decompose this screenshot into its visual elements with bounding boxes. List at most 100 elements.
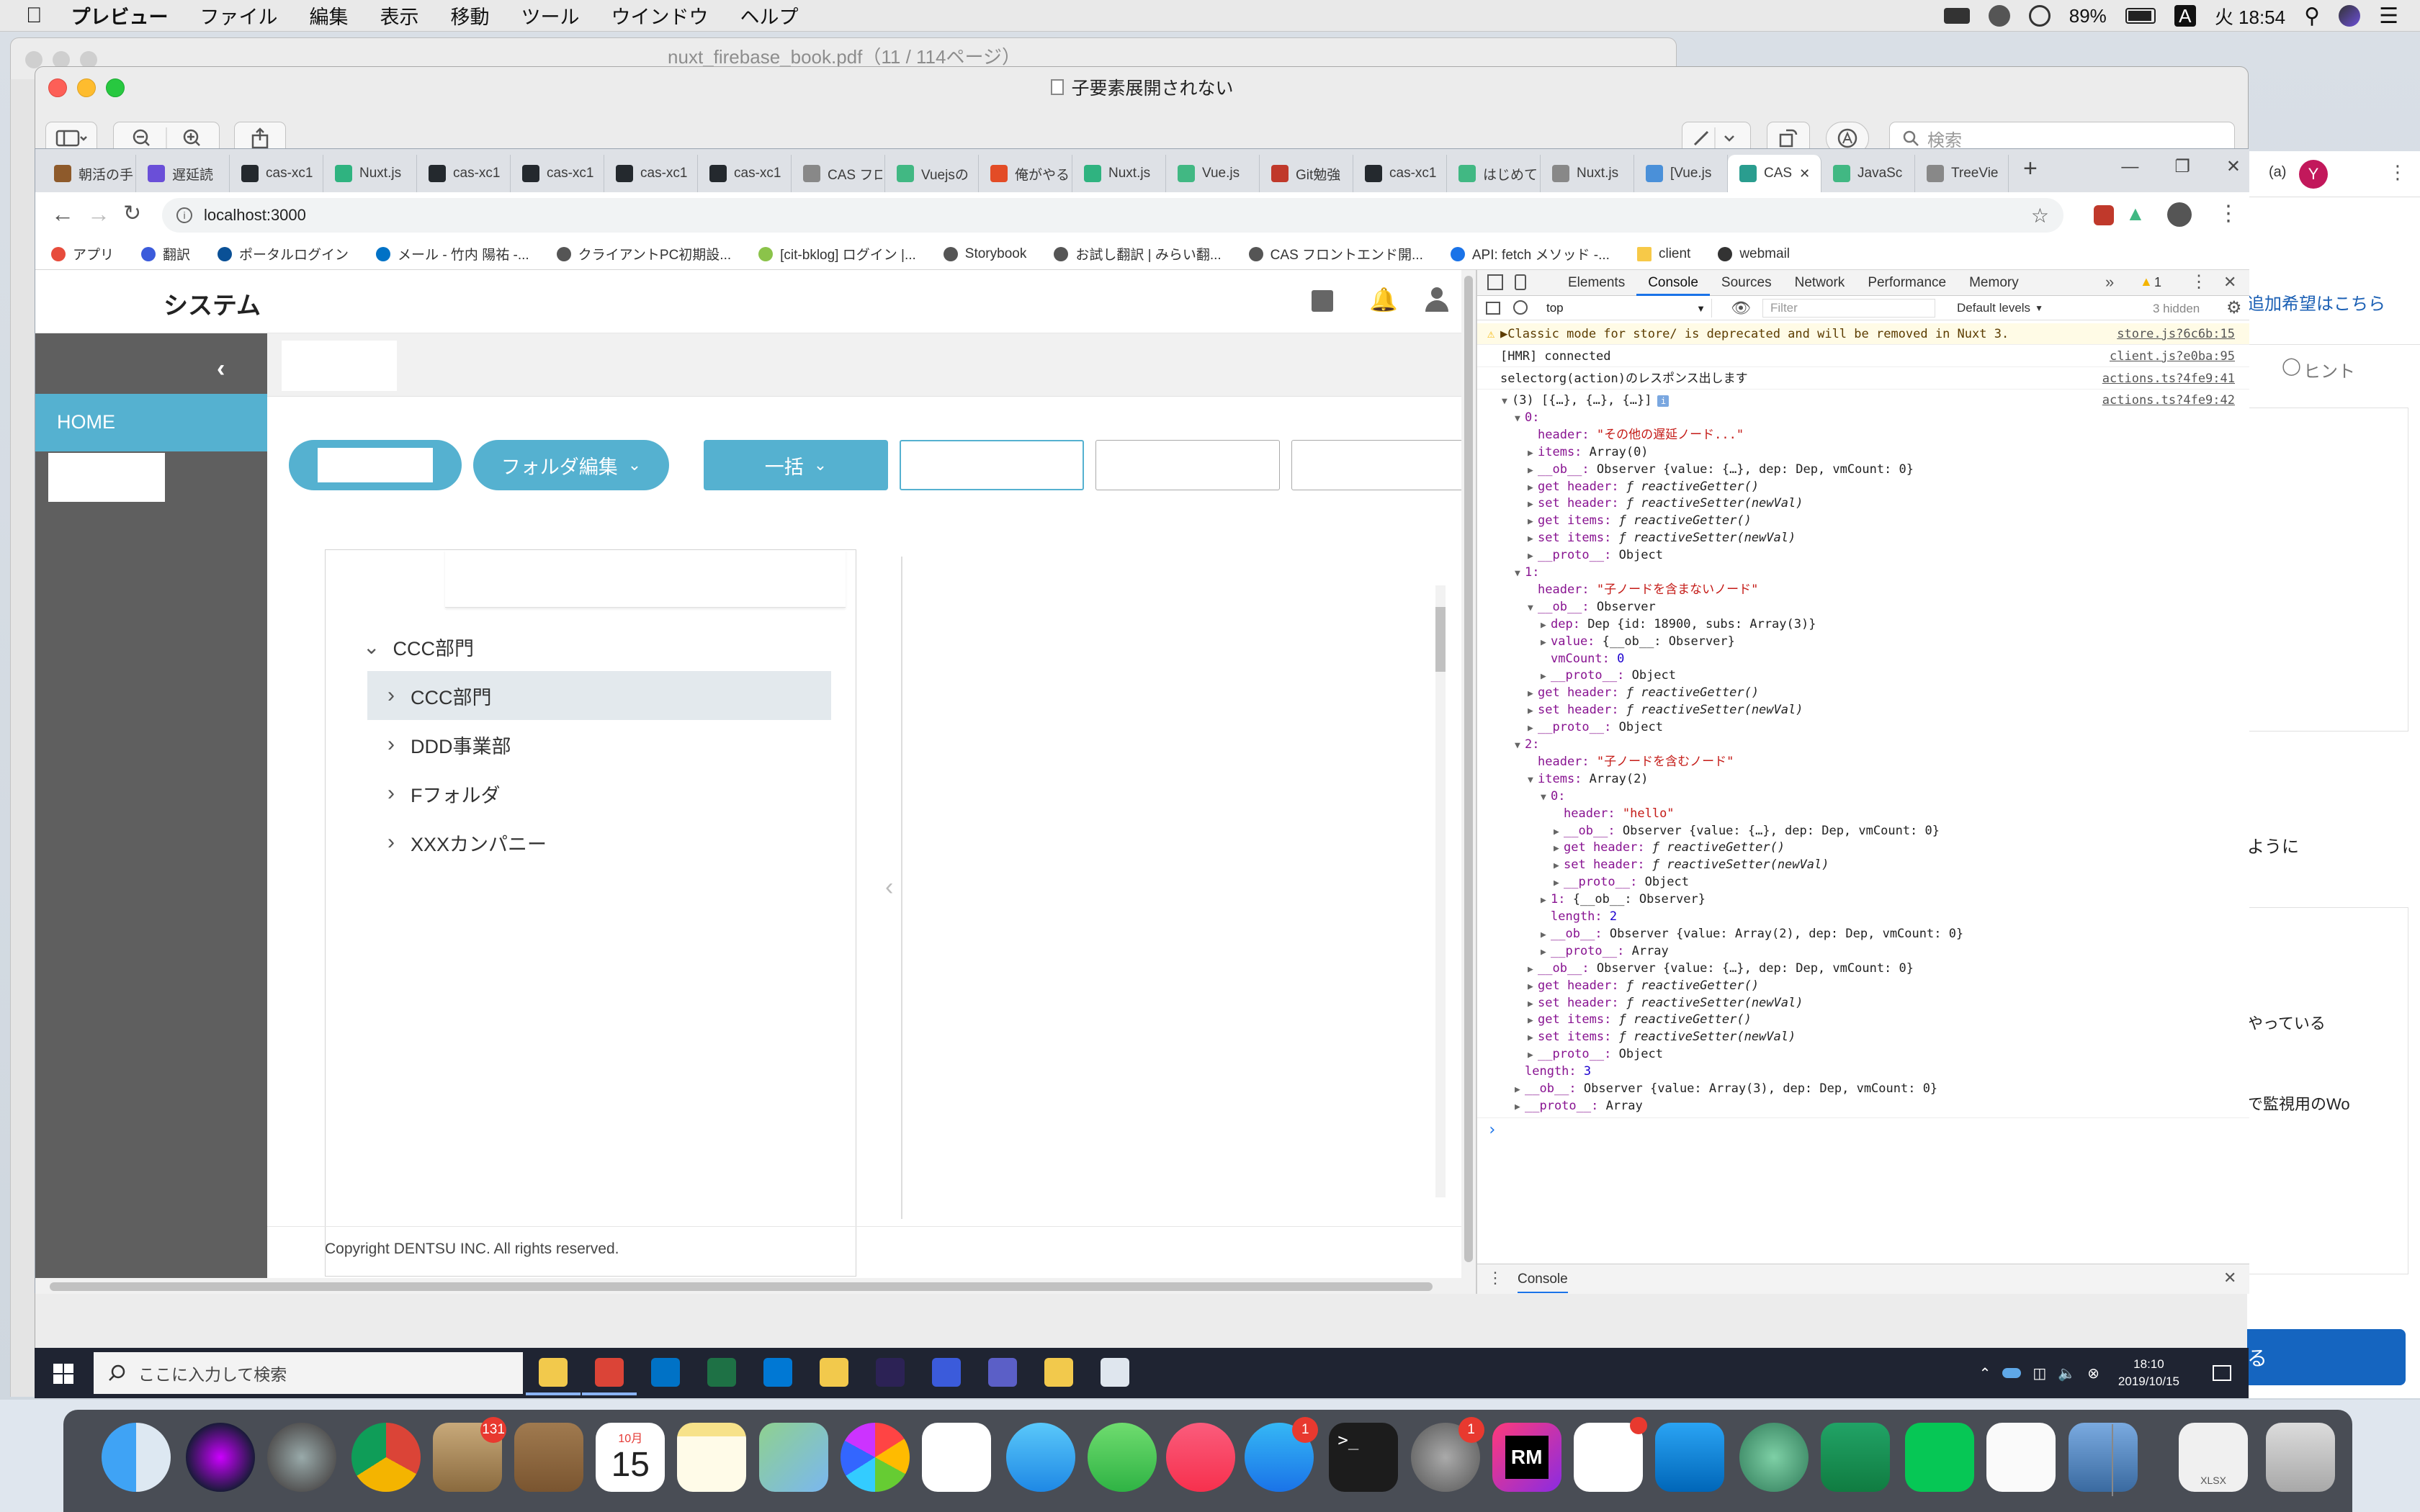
browser-tab[interactable]: CAS フロ (792, 155, 885, 192)
teams-icon[interactable] (988, 1358, 1017, 1387)
tray-chevron-icon[interactable]: ⌃ (1979, 1364, 1991, 1382)
browser-tab[interactable]: Nuxt.js (1072, 155, 1166, 192)
browser-tab[interactable]: Vue.js (1166, 155, 1260, 192)
bell-icon[interactable]: 🔔 (1369, 286, 1398, 313)
menu-window[interactable]: ウインドウ (611, 1, 709, 30)
bookmark-item[interactable]: Storybook (943, 246, 1026, 262)
console-tree-node[interactable]: ▶ get header: ƒ reactiveGetter() (1554, 839, 1785, 856)
show-sidebar-icon[interactable] (1486, 302, 1500, 315)
log-levels-dropdown[interactable]: Default levels ▼ (1957, 299, 2043, 318)
bulk-button[interactable]: 一括 ⌄ (704, 440, 888, 490)
console-tree-node[interactable]: ▼ 0: (1541, 788, 1565, 805)
atom-icon[interactable] (1739, 1423, 1809, 1492)
chrome-icon[interactable] (582, 1358, 637, 1395)
devtools-tab-elements[interactable]: Elements (1556, 270, 1636, 296)
console-tree-node[interactable]: ▼ items: Array(2) (1528, 770, 1649, 788)
line-icon[interactable] (1905, 1423, 1975, 1492)
notes-icon[interactable] (677, 1423, 747, 1492)
console-source-link[interactable]: store.js?6c6b:15 (2117, 323, 2235, 345)
forward-icon[interactable]: → (87, 201, 110, 228)
console-tree-node[interactable]: ▶ get items: ƒ reactiveGetter() (1528, 512, 1752, 529)
more-tabs-icon[interactable]: » (2105, 273, 2114, 292)
warning-count[interactable]: 1 (2154, 275, 2161, 290)
doc-line-1[interactable]: 追加希望はこちら (2247, 289, 2385, 315)
console-tree-node[interactable]: ▶ __proto__: Object (1528, 719, 1663, 736)
action-button-blank[interactable] (289, 440, 462, 490)
music-icon[interactable] (1166, 1423, 1236, 1492)
tree-search-input[interactable] (445, 550, 846, 608)
clear-console-icon[interactable] (1513, 300, 1528, 315)
nav-item-blank[interactable] (48, 453, 165, 502)
devtools-tab-console[interactable]: Console (1636, 270, 1710, 296)
app-store-icon[interactable]: 1 (1245, 1417, 1319, 1492)
finder-icon[interactable] (101, 1423, 171, 1492)
tree-node[interactable]: › Fフォルダ (367, 769, 501, 818)
mail-icon[interactable]: 131 (433, 1417, 507, 1492)
filter-input-1[interactable] (900, 440, 1084, 490)
warning-icon[interactable]: ▲ (2140, 274, 2153, 289)
devtools-tab-network[interactable]: Network (1783, 270, 1857, 296)
menu-view[interactable]: 表示 (380, 1, 419, 30)
network-icon[interactable]: ◫ (2033, 1364, 2046, 1382)
menu-icon[interactable]: ⋮ (2218, 201, 2239, 226)
line-status-icon[interactable] (1988, 5, 2010, 27)
minimize-icon[interactable]: — (2121, 157, 2138, 177)
bookmark-item[interactable]: クライアントPC初期設... (556, 244, 731, 264)
tree-node-root[interactable]: ⌄ CCC部門 (363, 622, 474, 671)
drawer-menu-icon[interactable]: ⋮ (1487, 1269, 1503, 1287)
info-icon[interactable]: i (176, 207, 192, 223)
console-tree-node[interactable]: ▶ __ob__: Observer {value: {…}, dep: Dep,… (1554, 822, 1940, 840)
preview-icon[interactable] (2068, 1423, 2138, 1492)
close-drawer-icon[interactable]: ✕ (2223, 1269, 2236, 1287)
tool-icon[interactable] (820, 1358, 848, 1387)
facetime-icon[interactable] (1088, 1423, 1157, 1492)
folder-edit-button[interactable]: フォルダ編集 ⌄ (473, 440, 669, 490)
console-tree-node[interactable]: ▶ set header: ƒ reactiveSetter(newVal) (1528, 495, 1803, 512)
browser-tab[interactable]: cas-xc1 (417, 155, 511, 192)
bookmark-item[interactable]: webmail (1718, 246, 1790, 262)
siri-icon[interactable] (185, 1423, 255, 1492)
browser-tab[interactable]: JavaSc (1821, 155, 1915, 192)
browser-tab[interactable]: Nuxt.js (323, 155, 417, 192)
console-tree-node[interactable]: ▶ set items: ƒ reactiveSetter(newVal) (1528, 1028, 1796, 1045)
console-tree-node[interactable]: ▶ __ob__: Observer {value: Array(2), dep:… (1541, 925, 1963, 942)
user-avatar[interactable]: Y (2299, 160, 2328, 189)
console-tree-node[interactable]: ▶ get header: ƒ reactiveGetter() (1528, 478, 1759, 495)
console-tree-node[interactable]: ▶ get header: ƒ reactiveGetter() (1528, 977, 1759, 994)
taskbar-time[interactable]: 18:10 (2118, 1356, 2179, 1373)
doc-hint-icon[interactable]: ◯ (2282, 356, 2301, 377)
bookmark-star-icon[interactable]: ☆ (2031, 204, 2049, 228)
excel-icon[interactable] (1821, 1423, 1891, 1492)
onedrive-icon[interactable] (2002, 1368, 2022, 1378)
console-prompt[interactable]: › (1487, 1121, 1497, 1139)
docker-icon[interactable] (1943, 8, 1970, 24)
console-tree-node[interactable]: ▼ (3) [{…}, {…}, {…}] i (1502, 392, 1670, 409)
notepad-icon[interactable] (1101, 1358, 1129, 1387)
browser-tab[interactable]: cas-xc1 (511, 155, 604, 192)
calendar-icon[interactable]: 10月 15 (596, 1423, 666, 1492)
status-icon[interactable]: ⊗ (2087, 1364, 2099, 1382)
console-tree-node[interactable]: ▼ 0: (1515, 409, 1539, 426)
console-tree-node[interactable]: ▶ __proto__: Object (1541, 667, 1676, 684)
menu-app-name[interactable]: プレビュー (71, 1, 169, 30)
git-icon[interactable] (1044, 1358, 1073, 1387)
tree-node[interactable]: › DDD事業部 (367, 720, 511, 769)
console-tree-node[interactable]: ▶ set items: ƒ reactiveSetter(newVal) (1528, 529, 1796, 546)
bookmark-item[interactable]: 翻訳 (141, 244, 190, 264)
taskbar-date[interactable]: 2019/10/15 (2118, 1373, 2179, 1390)
console-tree-node[interactable]: ▶ items: Array(0) (1528, 444, 1649, 461)
console-tree-node[interactable]: ▶ 1: {__ob__: Observer} (1541, 891, 1706, 908)
console-message-text[interactable]: ▶Classic mode for store/ is deprecated a… (1500, 327, 2009, 341)
trash-icon[interactable] (2266, 1423, 2336, 1492)
detail-scrollbar[interactable] (1435, 585, 1446, 1197)
close-icon[interactable]: ✕ (2226, 156, 2241, 177)
console-tree-node[interactable]: ▶ __ob__: Observer {value: {…}, dep: Dep,… (1528, 461, 1914, 478)
new-tab-icon[interactable]: + (2023, 155, 2038, 183)
bookmark-item[interactable]: CAS フロントエンド開... (1248, 244, 1423, 264)
context-selector[interactable]: top ▼ (1546, 299, 1712, 318)
live-expression-eye-icon[interactable]: 👁 (1731, 299, 1751, 318)
omnibox[interactable]: i localhost:3000 ☆ (162, 198, 2063, 233)
file-explorer-icon[interactable] (526, 1358, 581, 1395)
inspect-element-icon[interactable] (1487, 274, 1503, 290)
contacts-icon[interactable] (514, 1423, 584, 1492)
